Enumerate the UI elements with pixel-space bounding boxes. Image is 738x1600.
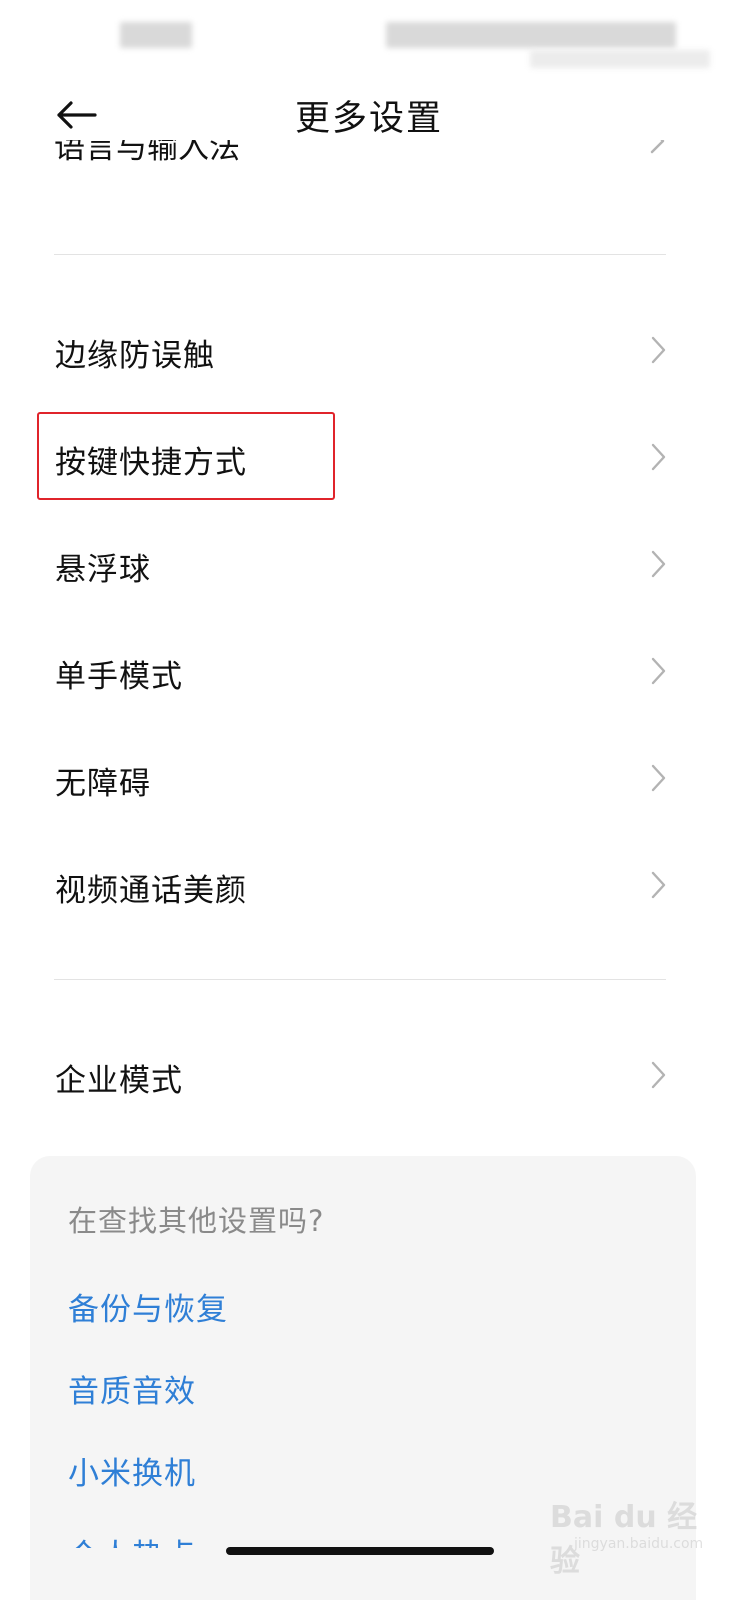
chevron-right-icon: [651, 764, 666, 792]
suggestion-link-label: 个人热点: [68, 1538, 196, 1548]
settings-row-floating-ball[interactable]: 悬浮球: [0, 514, 738, 614]
chevron-right-icon: [651, 657, 666, 685]
chevron-right-icon: [651, 871, 666, 899]
settings-row-edge-touch[interactable]: 边缘防误触: [0, 300, 738, 400]
settings-row-label: 无障碍: [55, 766, 151, 802]
suggestions-title: 在查找其他设置吗?: [68, 1204, 325, 1238]
chevron-right-icon: [651, 1061, 666, 1089]
status-bar-battery-blur: [530, 50, 710, 68]
suggestions-card: 在查找其他设置吗? 备份与恢复 音质音效 小米换机 个人热点: [30, 1156, 696, 1600]
settings-row-enterprise-mode[interactable]: 企业模式: [0, 1025, 738, 1125]
settings-row-button-shortcuts[interactable]: 按键快捷方式: [0, 407, 738, 507]
chevron-right-icon: [651, 336, 666, 364]
settings-row-label: 语言与输入法: [54, 140, 240, 166]
suggestion-link-backup-restore[interactable]: 备份与恢复: [68, 1284, 228, 1329]
section-divider: [54, 979, 666, 980]
settings-row-label: 视频通话美颜: [55, 873, 247, 909]
settings-row-label: 悬浮球: [55, 552, 151, 588]
settings-row-one-handed-mode[interactable]: 单手模式: [0, 621, 738, 721]
settings-row-label: 按键快捷方式: [55, 445, 247, 481]
home-indicator[interactable]: [226, 1547, 494, 1555]
chevron-right-icon: [650, 140, 665, 154]
settings-row-accessibility[interactable]: 无障碍: [0, 728, 738, 828]
suggestion-link-mi-mover[interactable]: 小米换机: [68, 1448, 196, 1493]
suggestion-link-hotspot[interactable]: 个人热点: [68, 1530, 196, 1548]
chevron-right-icon: [651, 443, 666, 471]
section-divider: [54, 254, 666, 255]
settings-row-label: 单手模式: [55, 659, 183, 695]
chevron-right-icon: [651, 550, 666, 578]
suggestion-link-sound-quality[interactable]: 音质音效: [68, 1366, 196, 1411]
status-bar-time-blur: [120, 22, 192, 48]
page-title: 更多设置: [294, 99, 443, 139]
settings-row-language-input[interactable]: 语言与输入法: [54, 140, 684, 180]
settings-screen: 更多设置 语言与输入法 边缘防误触 按键快捷方式 悬浮球 单手模式 无障碍 视频…: [0, 0, 738, 1600]
settings-row-video-call-beauty[interactable]: 视频通话美颜: [0, 835, 738, 935]
settings-row-label: 边缘防误触: [55, 338, 215, 374]
status-bar: [0, 0, 738, 70]
settings-row-label: 企业模式: [55, 1063, 183, 1099]
status-bar-icons-blur: [386, 22, 676, 48]
